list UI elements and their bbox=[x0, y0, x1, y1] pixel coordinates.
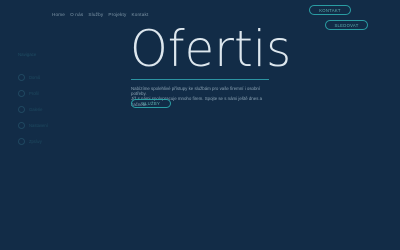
sidebar-item-label: Nastavení bbox=[29, 122, 48, 128]
sidebar-item-profile[interactable]: Profil bbox=[18, 89, 48, 97]
sidebar: Navigace Domů Profil Galerie Nastavení Z… bbox=[18, 52, 48, 154]
sidebar-item-label: Domů bbox=[29, 74, 41, 80]
nav-home[interactable]: Home bbox=[52, 12, 65, 17]
services-button[interactable]: Služby bbox=[131, 99, 171, 108]
nav-about[interactable]: O nás bbox=[70, 12, 83, 17]
sidebar-item-messages[interactable]: Zprávy bbox=[18, 137, 48, 145]
follow-button[interactable]: Sledovat bbox=[325, 20, 368, 30]
image-icon bbox=[18, 105, 25, 113]
hero-line-1: Nabízíme spolehlivé přístupy ke službám … bbox=[131, 86, 261, 97]
sidebar-item-label: Profil bbox=[29, 90, 39, 96]
mail-icon bbox=[18, 137, 25, 145]
nav-projects[interactable]: Projekty bbox=[108, 12, 126, 17]
hero-divider bbox=[131, 79, 269, 80]
contact-button[interactable]: Kontakt bbox=[309, 5, 351, 15]
sidebar-item-home[interactable]: Domů bbox=[18, 73, 48, 81]
sidebar-item-gallery[interactable]: Galerie bbox=[18, 105, 48, 113]
nav-services[interactable]: Služby bbox=[88, 12, 103, 17]
nav-contact[interactable]: Kontakt bbox=[132, 12, 149, 17]
gear-icon bbox=[18, 121, 25, 129]
hero-title: Ofertis bbox=[130, 20, 292, 78]
sidebar-title: Navigace bbox=[18, 52, 37, 57]
home-icon bbox=[18, 73, 25, 81]
sidebar-item-settings[interactable]: Nastavení bbox=[18, 121, 48, 129]
sidebar-item-label: Zprávy bbox=[29, 138, 42, 144]
main-nav: Home O nás Služby Projekty Kontakt bbox=[52, 12, 149, 17]
user-icon bbox=[18, 89, 25, 97]
sidebar-item-label: Galerie bbox=[29, 106, 43, 112]
